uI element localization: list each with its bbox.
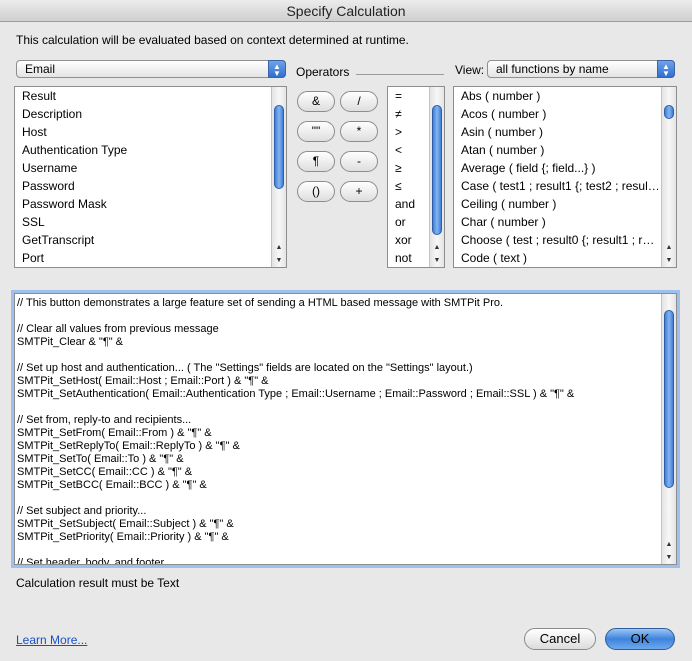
- scroll-down-icon[interactable]: ▼: [430, 254, 444, 267]
- comparison-operator-item[interactable]: or: [395, 213, 426, 231]
- scroll-down-icon[interactable]: ▼: [272, 254, 286, 267]
- multiply-button[interactable]: *: [340, 121, 378, 142]
- comparison-operator-item[interactable]: ≥: [395, 159, 426, 177]
- comparison-operator-item[interactable]: =: [395, 87, 426, 105]
- code-line: SMTPit_SetAuthentication( Email::Authent…: [17, 388, 575, 400]
- operators-label: Operators: [296, 65, 350, 79]
- ampersand-button[interactable]: &: [297, 91, 335, 112]
- code-line: SMTPit_Clear & "¶" &: [17, 336, 124, 348]
- code-line: // Set header, body, and footer...: [17, 557, 173, 565]
- calculation-text[interactable]: // This button demonstrates a large feat…: [17, 297, 658, 565]
- comparison-operator-item[interactable]: ≠: [395, 105, 426, 123]
- field-list-item[interactable]: Authentication Type: [22, 141, 268, 159]
- code-line: // Set up host and authentication... ( T…: [17, 362, 473, 374]
- scroll-up-icon[interactable]: ▲: [430, 241, 444, 254]
- quotes-button[interactable]: "": [297, 121, 335, 142]
- fields-scroll-thumb[interactable]: [274, 105, 284, 189]
- code-line: SMTPit_SetFrom( Email::From ) & "¶" &: [17, 427, 212, 439]
- scroll-up-icon[interactable]: ▲: [662, 241, 676, 254]
- functions-list[interactable]: Abs ( number ) Acos ( number ) Asin ( numb…: [453, 86, 677, 268]
- divide-button[interactable]: /: [340, 91, 378, 112]
- function-list-item[interactable]: Abs ( number ): [461, 87, 658, 105]
- function-list-item[interactable]: Asin ( number ): [461, 123, 658, 141]
- view-label: View:: [455, 63, 485, 77]
- field-list-item[interactable]: SSL: [22, 213, 268, 231]
- ok-button[interactable]: OK: [605, 628, 675, 650]
- field-list-item[interactable]: Host: [22, 123, 268, 141]
- field-list-item[interactable]: Result: [22, 87, 268, 105]
- minus-button[interactable]: -: [340, 151, 378, 172]
- code-line: SMTPit_SetCC( Email::CC ) & "¶" &: [17, 466, 193, 478]
- scroll-up-icon[interactable]: ▲: [662, 538, 676, 551]
- learn-more-link[interactable]: Learn More...: [16, 633, 87, 647]
- code-line: SMTPit_SetReplyTo( Email::ReplyTo ) & "¶…: [17, 440, 240, 452]
- view-popup[interactable]: all functions by name ▲ ▼: [487, 60, 675, 78]
- function-list-item[interactable]: Average ( field {; field...} ): [461, 159, 658, 177]
- operators-divider: [356, 74, 444, 75]
- functions-scrollbar[interactable]: ▲ ▼: [661, 87, 676, 267]
- field-list-item[interactable]: GetTranscript: [22, 231, 268, 249]
- function-list-item[interactable]: Acos ( number ): [461, 105, 658, 123]
- code-line: // Clear all values from previous messag…: [17, 323, 219, 335]
- table-popup[interactable]: Email ▲ ▼: [16, 60, 286, 78]
- function-list-item[interactable]: Choose ( test ; result0 {; result1 ; r…: [461, 231, 658, 249]
- code-line: SMTPit_SetBCC( Email::BCC ) & "¶" &: [17, 479, 207, 491]
- field-list-item[interactable]: Description: [22, 105, 268, 123]
- result-type-text: Calculation result must be Text: [16, 576, 180, 590]
- popup-arrows-icon: ▲ ▼: [657, 60, 675, 78]
- editor-scrollbar[interactable]: ▲ ▼: [661, 294, 676, 564]
- field-list-item[interactable]: Port: [22, 249, 268, 267]
- popup-arrows-icon: ▲ ▼: [268, 60, 286, 78]
- function-list-item[interactable]: Char ( number ): [461, 213, 658, 231]
- scroll-down-icon[interactable]: ▼: [662, 254, 676, 267]
- functions-scroll-thumb[interactable]: [664, 105, 674, 119]
- cancel-button[interactable]: Cancel: [524, 628, 596, 650]
- code-line: SMTPit_SetSubject( Email::Subject ) & "¶…: [17, 518, 234, 530]
- parentheses-button[interactable]: (): [297, 181, 335, 202]
- pilcrow-button[interactable]: ¶: [297, 151, 335, 172]
- code-line: SMTPit_SetHost( Email::Host ; Email::Por…: [17, 375, 269, 387]
- editor-scroll-thumb[interactable]: [664, 310, 674, 488]
- code-line: SMTPit_SetPriority( Email::Priority ) & …: [17, 531, 229, 543]
- field-list-item[interactable]: Username: [22, 159, 268, 177]
- comparison-operator-item[interactable]: and: [395, 195, 426, 213]
- fields-list[interactable]: Result Description Host Authentication Type…: [14, 86, 287, 268]
- comparison-operator-item[interactable]: <: [395, 141, 426, 159]
- field-list-item[interactable]: Password: [22, 177, 268, 195]
- comparison-operators-list[interactable]: = ≠ > < ≥ ≤ and or xor not ▲ ▼: [387, 86, 445, 268]
- field-list-item[interactable]: Password Mask: [22, 195, 268, 213]
- plus-button[interactable]: +: [340, 181, 378, 202]
- code-line: SMTPit_SetTo( Email::To ) & "¶" &: [17, 453, 184, 465]
- comparison-operator-item[interactable]: not: [395, 249, 426, 267]
- function-list-item[interactable]: Code ( text ): [461, 249, 658, 267]
- code-line: // This button demonstrates a large feat…: [17, 297, 504, 309]
- view-popup-value: all functions by name: [496, 62, 609, 76]
- context-description: This calculation will be evaluated based…: [16, 33, 409, 47]
- function-list-item[interactable]: Atan ( number ): [461, 141, 658, 159]
- comparison-operator-item[interactable]: xor: [395, 231, 426, 249]
- operators-scroll-thumb[interactable]: [432, 105, 442, 235]
- window-title: Specify Calculation: [0, 0, 692, 22]
- calculation-editor[interactable]: // This button demonstrates a large feat…: [14, 293, 677, 565]
- function-list-item[interactable]: Ceiling ( number ): [461, 195, 658, 213]
- scroll-up-icon[interactable]: ▲: [272, 241, 286, 254]
- code-line: // Set from, reply-to and recipients...: [17, 414, 192, 426]
- comparison-operator-item[interactable]: ≤: [395, 177, 426, 195]
- table-popup-value: Email: [25, 62, 56, 76]
- comparison-operator-item[interactable]: >: [395, 123, 426, 141]
- fields-scrollbar[interactable]: ▲ ▼: [271, 87, 286, 267]
- function-list-item[interactable]: Case ( test1 ; result1 {; test2 ; resul…: [461, 177, 658, 195]
- operators-scrollbar[interactable]: ▲ ▼: [429, 87, 444, 267]
- scroll-down-icon[interactable]: ▼: [662, 551, 676, 564]
- code-line: // Set subject and priority...: [17, 505, 147, 517]
